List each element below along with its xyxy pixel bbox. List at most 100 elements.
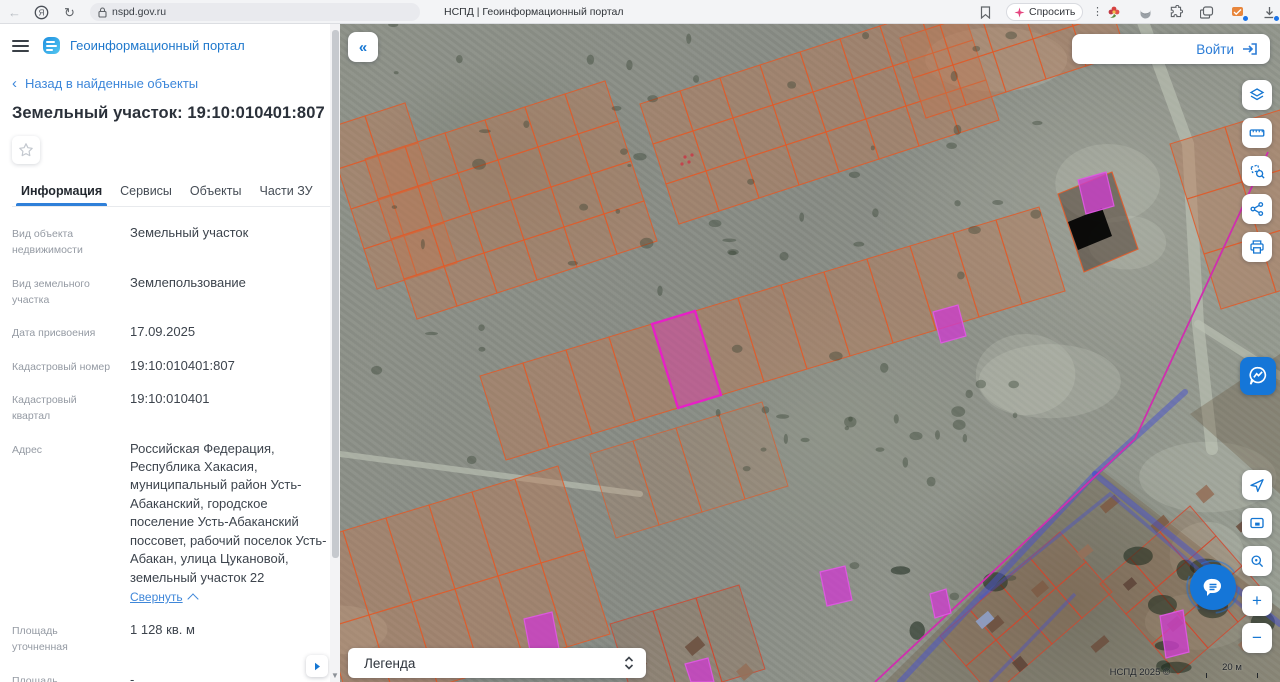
vegetation [992, 200, 1004, 206]
area-search-icon [1250, 164, 1265, 179]
login-button[interactable]: Войти [1072, 34, 1270, 64]
zoom-in-button[interactable]: + [1242, 586, 1272, 616]
vegetation [657, 285, 663, 296]
scrollbar-down-arrow[interactable]: ▼ [330, 671, 340, 680]
map-scale: 20 м [1206, 662, 1258, 678]
zoom-out-icon: − [1252, 628, 1262, 647]
field-row-0: Вид объекта недвижимости Земельный участо… [12, 224, 330, 259]
field-label: Площадь уточненная [12, 625, 68, 654]
object-search-icon [1251, 555, 1264, 568]
verified-extension-icon[interactable] [1230, 4, 1249, 22]
vegetation [776, 414, 790, 419]
vegetation [872, 208, 879, 218]
chat-button[interactable] [1185, 559, 1241, 615]
flower-extension-icon[interactable] [1106, 4, 1122, 20]
extension-icons [1106, 0, 1280, 24]
vegetation [478, 324, 485, 332]
vegetation [708, 219, 722, 228]
basemap-button[interactable] [1240, 357, 1276, 395]
collapse-panel-button[interactable]: « [348, 32, 378, 62]
vegetation [760, 447, 767, 452]
hamburger-menu-icon[interactable] [12, 39, 29, 52]
browser-chrome: ← Я ↻ nspd.gov.ru НСПД | Геоинформационн… [0, 0, 1280, 24]
tab-compose[interactable]: Соста [322, 178, 330, 206]
scrollbar-thumb[interactable] [331, 30, 339, 558]
legend-label: Легенда [364, 655, 416, 671]
vegetation [957, 271, 965, 280]
measure-button[interactable] [1242, 118, 1272, 148]
browser-refresh-icon[interactable]: ↻ [64, 0, 75, 24]
back-chevron-icon: ‹ [12, 75, 17, 92]
vegetation [787, 81, 797, 89]
object-search-button[interactable] [1242, 546, 1272, 576]
vegetation [478, 129, 491, 134]
tabs-scroll-right-button[interactable] [306, 655, 328, 677]
panel-scrollbar[interactable]: ▼ [330, 24, 340, 682]
shield-extension-icon[interactable] [1137, 4, 1153, 20]
vegetation [742, 465, 751, 472]
vegetation [472, 158, 486, 170]
map-viewport[interactable]: « Войти + − Легенда НСПД 2025 © 20 м [340, 24, 1280, 682]
nspd-logo-icon [43, 37, 60, 54]
vegetation [909, 431, 923, 441]
login-icon [1243, 43, 1257, 55]
app-title: Геоинформационный портал [70, 38, 245, 53]
trees [1123, 546, 1153, 566]
browser-menu-icon[interactable]: ⋮ [1092, 0, 1103, 24]
vegetation [627, 163, 632, 168]
vegetation [633, 152, 647, 161]
field-value: 19:10:010401:807 [130, 357, 235, 373]
vegetation [972, 45, 981, 52]
map-canvas[interactable] [340, 24, 1280, 682]
ruler-icon [1249, 129, 1265, 137]
puzzle-extension-icon[interactable] [1168, 4, 1184, 20]
legend-toggle[interactable]: Легенда [348, 648, 646, 678]
vegetation [722, 238, 737, 243]
vegetation [880, 362, 889, 373]
vegetation [523, 120, 530, 129]
print-button[interactable] [1242, 232, 1272, 262]
vegetation [862, 32, 870, 40]
geolocation-button[interactable] [1242, 470, 1272, 500]
downloads-icon[interactable] [1261, 4, 1280, 22]
frame-capture-button[interactable] [1242, 508, 1272, 538]
back-to-results-link[interactable]: ‹ Назад в найденные объекты [12, 76, 330, 91]
browser-back-icon[interactable]: ← [8, 0, 21, 24]
vegetation [731, 344, 743, 353]
marker-dot [687, 160, 691, 164]
tab-services[interactable]: Сервисы [111, 178, 181, 206]
tab-groups-icon[interactable] [1199, 4, 1215, 20]
highlighted-parcel [929, 588, 952, 619]
ask-ai-button[interactable]: Спросить [1006, 3, 1084, 21]
marker-dot [683, 155, 687, 159]
vegetation [853, 241, 865, 247]
basemap-icon [1249, 366, 1267, 385]
object-info-panel: Геоинформационный портал ‹ Назад в найде… [0, 24, 340, 682]
bookmark-icon[interactable] [980, 0, 991, 24]
geolocation-icon [1250, 479, 1264, 493]
tab-zu-parts[interactable]: Части ЗУ [250, 178, 321, 206]
area-search-button[interactable] [1242, 156, 1272, 186]
share-button[interactable] [1242, 194, 1272, 224]
tab-information[interactable]: Информация [12, 178, 111, 206]
vegetation [1005, 31, 1018, 40]
browser-profile-icon[interactable]: Я [34, 0, 49, 24]
tab-objects[interactable]: Объекты [181, 178, 251, 206]
vegetation [950, 70, 958, 82]
address-bar[interactable]: nspd.gov.ru [90, 3, 420, 21]
layers-button[interactable] [1242, 80, 1272, 110]
field-row-1: Вид земельного участка Землепользование [12, 274, 330, 309]
field-row-5: Адрес Российская Федерация, Республика Ха… [12, 440, 330, 607]
vegetation [1030, 209, 1042, 219]
vegetation [388, 24, 399, 28]
field-value: Российская Федерация, Республика Хакасия… [130, 440, 327, 585]
vegetation [620, 148, 628, 155]
field-row-6: Площадь уточненная 1 128 кв. м [12, 621, 330, 656]
favorite-button[interactable] [12, 136, 40, 164]
vegetation [875, 447, 885, 452]
field-value: - [130, 671, 135, 682]
vegetation [1012, 412, 1018, 419]
address-collapse-link[interactable]: Свернуть [130, 590, 199, 605]
zoom-out-button[interactable]: − [1242, 623, 1272, 653]
expand-collapse-icon [624, 656, 634, 670]
